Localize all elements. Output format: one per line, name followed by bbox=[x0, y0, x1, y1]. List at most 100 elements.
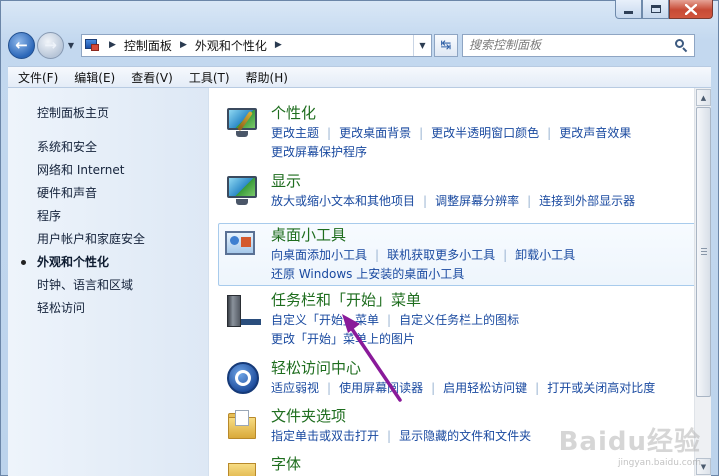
search-input[interactable] bbox=[469, 38, 669, 52]
sidebar-item-label: 时钟、语言和区域 bbox=[37, 278, 134, 292]
back-arrow-icon: ← bbox=[15, 35, 28, 54]
link-external-display[interactable]: 连接到外部显示器 bbox=[539, 194, 635, 208]
sidebar-item-label: 程序 bbox=[37, 209, 62, 223]
scroll-thumb[interactable] bbox=[696, 107, 711, 397]
taskbar-icon[interactable] bbox=[225, 293, 261, 327]
sidebar-item-user-accounts[interactable]: 用户帐户和家庭安全 bbox=[8, 228, 208, 251]
folder-options-icon[interactable] bbox=[225, 409, 261, 443]
link-add-gadgets[interactable]: 向桌面添加小工具 bbox=[271, 248, 367, 262]
forward-button[interactable]: → bbox=[37, 31, 64, 59]
sidebar-item-programs[interactable]: 程序 bbox=[8, 205, 208, 228]
sidebar-item-system-security[interactable]: 系统和安全 bbox=[8, 136, 208, 159]
personalization-icon[interactable] bbox=[225, 106, 261, 140]
search-box[interactable] bbox=[462, 33, 695, 57]
link-get-more-gadgets[interactable]: 联机获取更多小工具 bbox=[387, 248, 495, 262]
sidebar-item-label: 轻松访问 bbox=[37, 301, 86, 315]
category-title[interactable]: 桌面小工具 bbox=[271, 224, 346, 246]
category-title[interactable]: 个性化 bbox=[271, 102, 316, 124]
category-title[interactable]: 文件夹选项 bbox=[271, 405, 346, 427]
recent-pages-dropdown[interactable]: ▼ bbox=[65, 41, 77, 50]
address-row: ← → ▼ ▶ 控制面板 ▶ 外观和个性化 ▶ ▼ ↹ bbox=[8, 30, 711, 60]
sidebar-item-label: 用户帐户和家庭安全 bbox=[37, 232, 146, 246]
refresh-button[interactable]: ↹ bbox=[434, 33, 458, 57]
menu-view[interactable]: 查看(V) bbox=[123, 69, 181, 86]
watermark: Baidu经验 jingyan.baidu.com bbox=[559, 421, 701, 468]
sidebar-item-clock-language[interactable]: 时钟、语言和区域 bbox=[8, 274, 208, 297]
menu-help[interactable]: 帮助(H) bbox=[238, 69, 296, 86]
link-change-theme[interactable]: 更改主题 bbox=[271, 126, 319, 140]
link-customize-taskbar-icons[interactable]: 自定义任务栏上的图标 bbox=[399, 313, 519, 327]
category-title[interactable]: 轻松访问中心 bbox=[271, 357, 361, 379]
ease-of-access-icon[interactable] bbox=[225, 361, 261, 395]
close-button[interactable] bbox=[669, 0, 713, 19]
maximize-icon bbox=[650, 5, 661, 13]
display-icon[interactable] bbox=[225, 174, 261, 208]
scroll-up-icon[interactable]: ▲ bbox=[696, 89, 711, 106]
menu-tools[interactable]: 工具(T) bbox=[181, 69, 238, 86]
link-single-double-click[interactable]: 指定单击或双击打开 bbox=[271, 429, 379, 443]
menu-file[interactable]: 文件(F) bbox=[10, 69, 66, 86]
gadgets-icon[interactable] bbox=[223, 228, 259, 262]
link-change-glass-color[interactable]: 更改半透明窗口颜色 bbox=[431, 126, 539, 140]
category-ease-of-access: 轻松访问中心 适应弱视 | 使用屏幕阅读器 | 启用轻松访问键 | 打开或关闭高对比度 bbox=[221, 357, 699, 405]
category-taskbar: 任务栏和「开始」菜单 自定义「开始」菜单 | 自定义任务栏上的图标 更改「开始」菜单… bbox=[221, 289, 699, 357]
category-title[interactable]: 任务栏和「开始」菜单 bbox=[271, 289, 421, 311]
refresh-icon: ↹ bbox=[440, 37, 452, 53]
close-icon bbox=[685, 3, 697, 15]
back-button[interactable]: ← bbox=[8, 31, 35, 59]
link-resolution[interactable]: 调整屏幕分辨率 bbox=[435, 194, 519, 208]
sidebar-item-hardware-sound[interactable]: 硬件和声音 bbox=[8, 182, 208, 205]
sidebar-item-ease-of-access[interactable]: 轻松访问 bbox=[8, 297, 208, 320]
category-links: 更改主题 | 更改桌面背景 | 更改半透明窗口颜色 | 更改声音效果 更改屏幕保护程序 bbox=[271, 126, 632, 159]
sidebar-item-label: 硬件和声音 bbox=[37, 186, 98, 200]
link-accessibility-keys[interactable]: 启用轻松访问键 bbox=[443, 381, 527, 395]
sidebar-item-label: 系统和安全 bbox=[37, 140, 98, 154]
breadcrumb-chevron-icon[interactable]: ▶ bbox=[109, 40, 116, 50]
forward-arrow-icon: → bbox=[44, 35, 57, 54]
sidebar-item-network[interactable]: 网络和 Internet bbox=[8, 159, 208, 182]
address-dropdown-icon[interactable]: ▼ bbox=[413, 34, 431, 56]
category-title[interactable]: 字体 bbox=[271, 453, 301, 475]
category-gadgets[interactable]: 桌面小工具 向桌面添加小工具 | 联机获取更多小工具 | 卸载小工具 还原 Window… bbox=[218, 223, 699, 286]
link-change-sounds[interactable]: 更改声音效果 bbox=[559, 126, 631, 140]
watermark-subtext: jingyan.baidu.com bbox=[617, 458, 701, 468]
fonts-icon[interactable] bbox=[225, 457, 261, 476]
search-icon[interactable] bbox=[675, 38, 688, 52]
minimize-button[interactable] bbox=[615, 0, 642, 19]
link-change-start-picture[interactable]: 更改「开始」菜单上的图片 bbox=[271, 332, 415, 346]
category-links: 向桌面添加小工具 | 联机获取更多小工具 | 卸载小工具 还原 Windows 上安装的… bbox=[271, 248, 576, 281]
sidebar-item-appearance[interactable]: 外观和个性化 bbox=[8, 251, 208, 274]
link-customize-start-menu[interactable]: 自定义「开始」菜单 bbox=[271, 313, 379, 327]
link-restore-gadgets[interactable]: 还原 Windows 上安装的桌面小工具 bbox=[271, 267, 464, 281]
link-screen-reader[interactable]: 使用屏幕阅读器 bbox=[339, 381, 423, 395]
address-bar[interactable]: ▶ 控制面板 ▶ 外观和个性化 ▶ ▼ bbox=[81, 33, 432, 57]
sidebar: 控制面板主页 系统和安全 网络和 Internet 硬件和声音 程序 用户帐户和… bbox=[8, 88, 209, 476]
maximize-button[interactable] bbox=[642, 0, 669, 19]
link-uninstall-gadget[interactable]: 卸载小工具 bbox=[515, 248, 575, 262]
link-high-contrast[interactable]: 打开或关闭高对比度 bbox=[547, 381, 655, 395]
menu-bar: 文件(F) 编辑(E) 查看(V) 工具(T) 帮助(H) bbox=[8, 66, 711, 88]
category-links: 放大或缩小文本和其他项目 | 调整屏幕分辨率 | 连接到外部显示器 bbox=[271, 194, 636, 208]
sidebar-item-label: 外观和个性化 bbox=[37, 255, 110, 269]
caption-buttons bbox=[615, 0, 713, 19]
link-low-vision[interactable]: 适应弱视 bbox=[271, 381, 319, 395]
sidebar-item-home[interactable]: 控制面板主页 bbox=[8, 102, 208, 125]
category-title[interactable]: 显示 bbox=[271, 170, 301, 192]
content-area: 控制面板主页 系统和安全 网络和 Internet 硬件和声音 程序 用户帐户和… bbox=[8, 88, 711, 476]
breadcrumb-control-panel[interactable]: 控制面板 bbox=[124, 37, 172, 54]
link-show-hidden-files[interactable]: 显示隐藏的文件和文件夹 bbox=[399, 429, 531, 443]
breadcrumb-chevron-icon[interactable]: ▶ bbox=[275, 40, 282, 50]
link-change-background[interactable]: 更改桌面背景 bbox=[339, 126, 411, 140]
sidebar-item-label: 网络和 Internet bbox=[37, 163, 125, 177]
link-change-screensaver[interactable]: 更改屏幕保护程序 bbox=[271, 145, 367, 159]
breadcrumb-chevron-icon[interactable]: ▶ bbox=[180, 40, 187, 50]
menu-edit[interactable]: 编辑(E) bbox=[66, 69, 123, 86]
category-links: 自定义「开始」菜单 | 自定义任务栏上的图标 更改「开始」菜单上的图片 bbox=[271, 313, 520, 346]
category-personalization: 个性化 更改主题 | 更改桌面背景 | 更改半透明窗口颜色 | 更改声音效果 更改屏幕保护程… bbox=[221, 102, 699, 170]
category-display: 显示 放大或缩小文本和其他项目 | 调整屏幕分辨率 | 连接到外部显示器 bbox=[221, 170, 699, 218]
breadcrumb-appearance[interactable]: 外观和个性化 bbox=[195, 37, 267, 54]
link-text-size[interactable]: 放大或缩小文本和其他项目 bbox=[271, 194, 415, 208]
vertical-scrollbar[interactable]: ▲ ▼ bbox=[694, 88, 711, 476]
control-panel-icon bbox=[85, 38, 101, 52]
active-bullet-icon bbox=[21, 260, 26, 265]
